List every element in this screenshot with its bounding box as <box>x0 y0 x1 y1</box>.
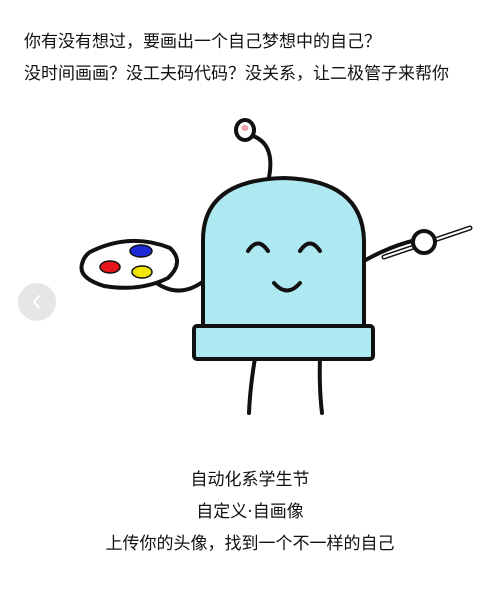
caption-description: 上传你的头像，找到一个不一样的自己 <box>105 534 395 554</box>
paint-brush <box>360 225 473 264</box>
antenna <box>234 118 273 184</box>
carousel-prev-button[interactable] <box>18 283 56 321</box>
robot-body <box>201 176 366 332</box>
intro-line-2: 没时间画画？没工夫码代码？没关系，让二极管子来帮你 <box>24 64 449 84</box>
intro-text: 你有没有想过，要画出一个自己梦想中的自己？ 没时间画画？没工夫码代码？没关系，让… <box>24 26 494 90</box>
robot-base <box>192 324 375 361</box>
right-leg <box>317 356 324 415</box>
intro-line-1: 你有没有想过，要画出一个自己梦想中的自己？ <box>24 32 381 52</box>
left-leg <box>247 356 257 415</box>
robot-illustration <box>79 118 473 415</box>
caption-subtitle: 自定义·自画像 <box>196 502 304 522</box>
caption-title: 自动化系学生节 <box>190 470 310 490</box>
antenna-tip <box>241 125 249 131</box>
caption: 自动化系学生节 自定义·自画像 上传你的头像，找到一个不一样的自己 <box>0 464 500 560</box>
chevron-left-icon <box>33 295 40 309</box>
paint-palette <box>79 238 179 290</box>
